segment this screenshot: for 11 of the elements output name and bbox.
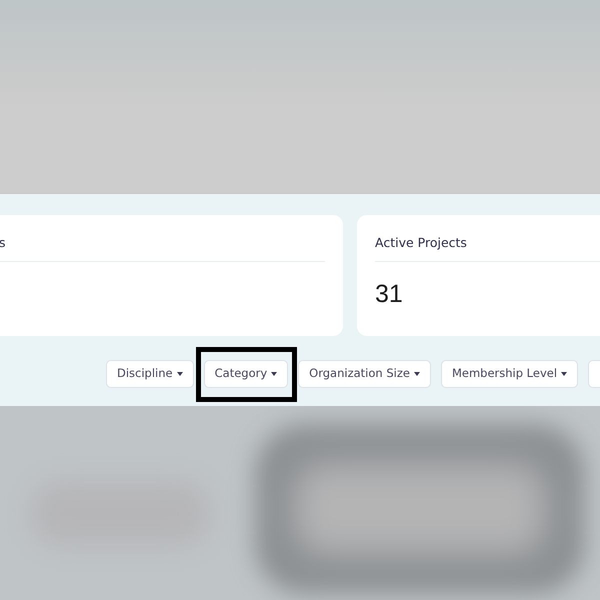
filter-dropdown[interactable]: Organization Size	[298, 360, 431, 388]
caret-icon	[271, 372, 278, 376]
caret-icon	[414, 372, 420, 376]
filter-dropdown[interactable]: Discipline	[106, 360, 194, 388]
card-title: Active Projects	[375, 234, 468, 252]
filter-dropdown[interactable]: Category	[204, 360, 288, 388]
card-title: s	[0, 234, 7, 252]
caret-icon	[176, 372, 183, 376]
filter-dropdown[interactable]: Membership Level	[440, 360, 578, 388]
caret-icon	[561, 372, 568, 376]
card-value: 31	[375, 279, 404, 309]
